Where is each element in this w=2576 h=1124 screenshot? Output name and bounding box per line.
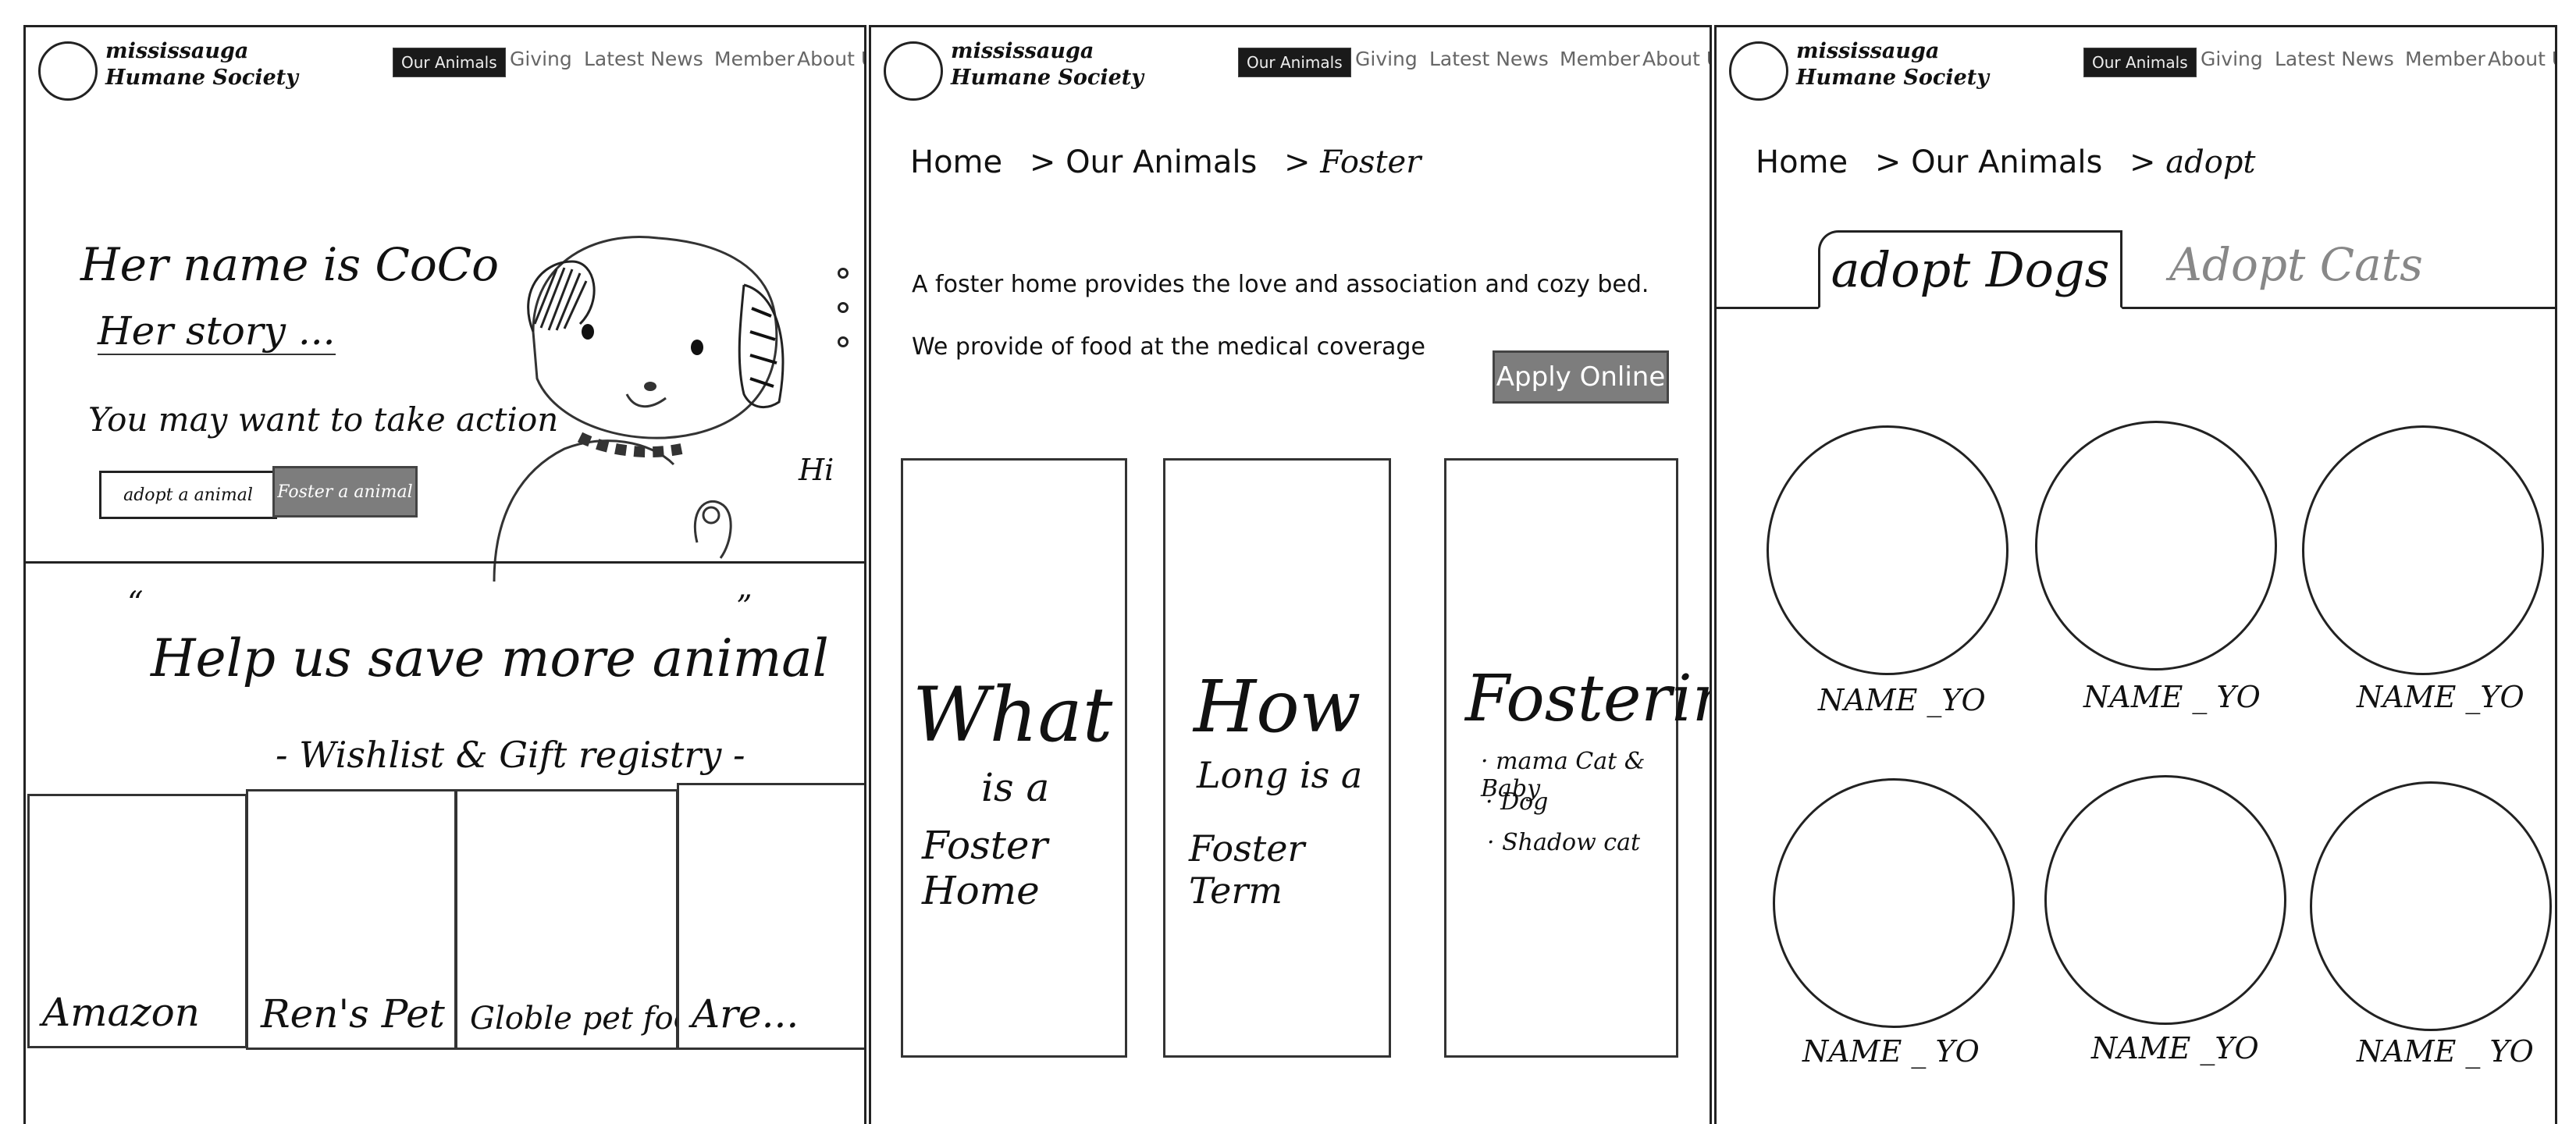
apply-online-button[interactable]: Apply Online bbox=[1493, 350, 1669, 404]
adopt-animal-button[interactable]: adopt a animal bbox=[99, 471, 277, 519]
wishlist-card-globle-pet-food[interactable]: Globle pet food bbox=[455, 789, 712, 1050]
nav-giving[interactable]: Giving bbox=[2201, 48, 2263, 70]
breadcrumb-our-animals[interactable]: > Our Animals bbox=[1875, 144, 2102, 180]
nav-latest-news[interactable]: Latest News bbox=[584, 48, 703, 70]
nav-our-animals[interactable]: Our Animals bbox=[1238, 48, 1351, 77]
nav-about-us[interactable]: About Us bbox=[797, 48, 864, 70]
fostering-item: · Shadow cat bbox=[1487, 829, 1641, 856]
logo-icon[interactable] bbox=[38, 41, 98, 101]
foster-card-what[interactable]: What is a Foster Home bbox=[901, 458, 1127, 1058]
wishlist-card-label: Globle pet food bbox=[470, 1001, 713, 1037]
foster-card-how[interactable]: How Long is a Foster Term bbox=[1163, 458, 1391, 1058]
brand-line1: mississauga bbox=[1796, 39, 1940, 63]
animal-name[interactable]: NAME _ YO bbox=[2357, 1034, 2534, 1069]
nav-member[interactable]: Member bbox=[2405, 48, 2485, 70]
dog-hi-text: Hi bbox=[799, 453, 834, 487]
card-title: Fostering bbox=[1465, 662, 1710, 736]
wishlist-heading: - Wishlist & Gift registry - bbox=[276, 734, 745, 776]
adopt-page-panel: mississauga Humane Society Our Animals G… bbox=[1714, 25, 2557, 1124]
wishlist-card-label: Ren's Pet bbox=[261, 991, 445, 1037]
animal-name[interactable]: NAME _YO bbox=[2091, 1031, 2259, 1065]
help-title: Help us save more animal bbox=[151, 628, 829, 688]
brand-line1: mississauga bbox=[105, 39, 249, 63]
breadcrumb: Home > Our Animals > Foster bbox=[910, 144, 1438, 180]
card-line1: is a bbox=[981, 765, 1050, 810]
carousel-dot-3[interactable] bbox=[838, 336, 849, 347]
dog-illustration bbox=[493, 236, 785, 582]
brand-line2: Humane Society bbox=[1796, 66, 1989, 90]
nav-giving[interactable]: Giving bbox=[1355, 48, 1418, 70]
card-title: What bbox=[913, 671, 1113, 759]
nav-our-animals[interactable]: Our Animals bbox=[393, 48, 506, 77]
animal-photo-placeholder[interactable] bbox=[1773, 778, 2015, 1028]
breadcrumb-home[interactable]: Home bbox=[1756, 144, 1848, 180]
wishlist-card-amazon[interactable]: Amazon bbox=[27, 794, 247, 1048]
card-line2: Foster Term bbox=[1189, 827, 1305, 912]
card-title: How bbox=[1194, 665, 1361, 749]
animal-name[interactable]: NAME _ YO bbox=[2083, 680, 2261, 714]
tab-adopt-cats[interactable]: Adopt Cats bbox=[2169, 238, 2423, 291]
nav-our-animals[interactable]: Our Animals bbox=[2083, 48, 2197, 77]
close-quote: ” bbox=[736, 589, 753, 625]
wishlist-card-more[interactable]: Are... bbox=[677, 783, 864, 1050]
nav-about-us[interactable]: About Us bbox=[1642, 48, 1710, 70]
hero-story-link[interactable]: Her story ... bbox=[98, 308, 336, 355]
animal-photo-placeholder[interactable] bbox=[2302, 425, 2544, 675]
breadcrumb-home[interactable]: Home bbox=[910, 144, 1002, 180]
wishlist-card-label: Are... bbox=[692, 991, 799, 1037]
carousel-dot-2[interactable] bbox=[838, 302, 849, 313]
nav-latest-news[interactable]: Latest News bbox=[2275, 48, 2394, 70]
breadcrumb-our-animals[interactable]: > Our Animals bbox=[1030, 144, 1257, 180]
animal-name[interactable]: NAME _YO bbox=[1818, 683, 1986, 717]
logo-icon[interactable] bbox=[884, 41, 943, 101]
animal-name[interactable]: NAME _ YO bbox=[1802, 1034, 1980, 1069]
nav-latest-news[interactable]: Latest News bbox=[1429, 48, 1549, 70]
site-brand[interactable]: mississauga Humane Society bbox=[951, 38, 1144, 91]
main-nav: Our Animals Giving Latest News Member Ab… bbox=[2083, 48, 2555, 87]
site-brand[interactable]: mississauga Humane Society bbox=[105, 38, 298, 91]
site-brand[interactable]: mississauga Humane Society bbox=[1796, 38, 1989, 91]
foster-intro-line1: A foster home provides the love and asso… bbox=[912, 271, 1649, 298]
card-line1: Long is a bbox=[1197, 754, 1363, 796]
foster-animal-button[interactable]: Foster a animal bbox=[272, 466, 418, 518]
brand-line2: Humane Society bbox=[951, 66, 1144, 90]
fostering-item: · Dog bbox=[1485, 788, 1549, 816]
brand-line2: Humane Society bbox=[105, 66, 298, 90]
open-quote: “ bbox=[127, 585, 144, 621]
brand-line1: mississauga bbox=[951, 39, 1094, 63]
foster-intro-line2: We provide of food at the medical covera… bbox=[912, 333, 1425, 361]
main-nav: Our Animals Giving Latest News Member Ab… bbox=[1238, 48, 1710, 87]
foster-page-panel: mississauga Humane Society Our Animals G… bbox=[869, 25, 1712, 1124]
animal-photo-placeholder[interactable] bbox=[1767, 425, 2008, 675]
tab-adopt-dogs[interactable]: adopt Dogs bbox=[1818, 230, 2122, 309]
card-line2: Foster Home bbox=[922, 823, 1048, 913]
animal-photo-placeholder[interactable] bbox=[2035, 421, 2277, 670]
foster-card-fostering[interactable]: Fostering · mama Cat & Baby · Dog · Shad… bbox=[1444, 458, 1710, 1058]
breadcrumb: Home > Our Animals > adopt bbox=[1756, 144, 2273, 180]
wishlist-card-label: Amazon bbox=[42, 990, 200, 1035]
nav-member[interactable]: Member bbox=[714, 48, 795, 70]
nav-member[interactable]: Member bbox=[1560, 48, 1640, 70]
nav-about-us[interactable]: About Us bbox=[2488, 48, 2555, 70]
hero-headline: Her name is CoCo bbox=[80, 238, 500, 291]
animal-name[interactable]: NAME _YO bbox=[2357, 680, 2524, 714]
main-nav: Our Animals Giving Latest News Member Ab… bbox=[393, 48, 864, 87]
breadcrumb-current: > adopt bbox=[2129, 144, 2256, 180]
wishlist-card-rens-pet[interactable]: Ren's Pet bbox=[246, 789, 457, 1050]
animal-photo-placeholder[interactable] bbox=[2044, 775, 2286, 1025]
animal-photo-placeholder[interactable] bbox=[2310, 781, 2552, 1031]
logo-icon[interactable] bbox=[1729, 41, 1788, 101]
carousel-dot-1[interactable] bbox=[838, 268, 849, 279]
breadcrumb-current: > Foster bbox=[1284, 144, 1421, 180]
nav-giving[interactable]: Giving bbox=[510, 48, 572, 70]
home-page-panel: mississauga Humane Society Our Animals G… bbox=[23, 25, 866, 1124]
section-divider bbox=[26, 561, 864, 564]
